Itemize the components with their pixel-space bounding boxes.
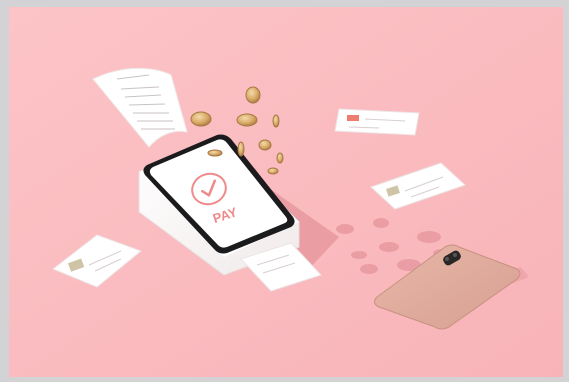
coin	[190, 111, 212, 127]
payment-scene-photo: PAY	[9, 7, 563, 377]
coin	[237, 141, 245, 157]
coin	[267, 167, 279, 175]
coin	[258, 139, 272, 151]
scene-illustration: PAY	[9, 7, 563, 377]
coin	[276, 152, 284, 164]
pink-background	[9, 7, 563, 377]
coin	[207, 149, 223, 157]
coin	[236, 113, 258, 127]
coin	[245, 86, 261, 104]
coin	[272, 114, 280, 128]
credit-card	[334, 108, 420, 136]
photo-frame: PAY	[0, 0, 569, 382]
